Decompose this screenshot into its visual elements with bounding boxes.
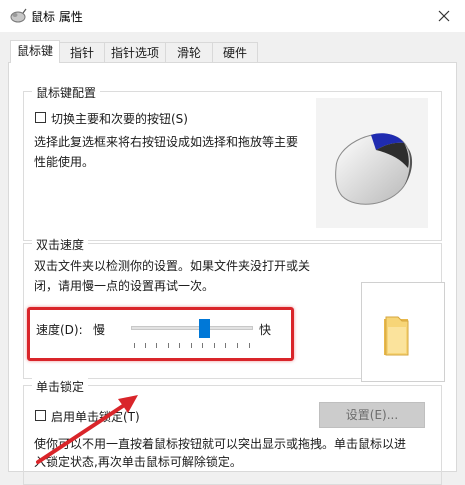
tab-buttons[interactable]: 鼠标键 [10,40,60,63]
annotation-arrow-icon [36,395,138,464]
